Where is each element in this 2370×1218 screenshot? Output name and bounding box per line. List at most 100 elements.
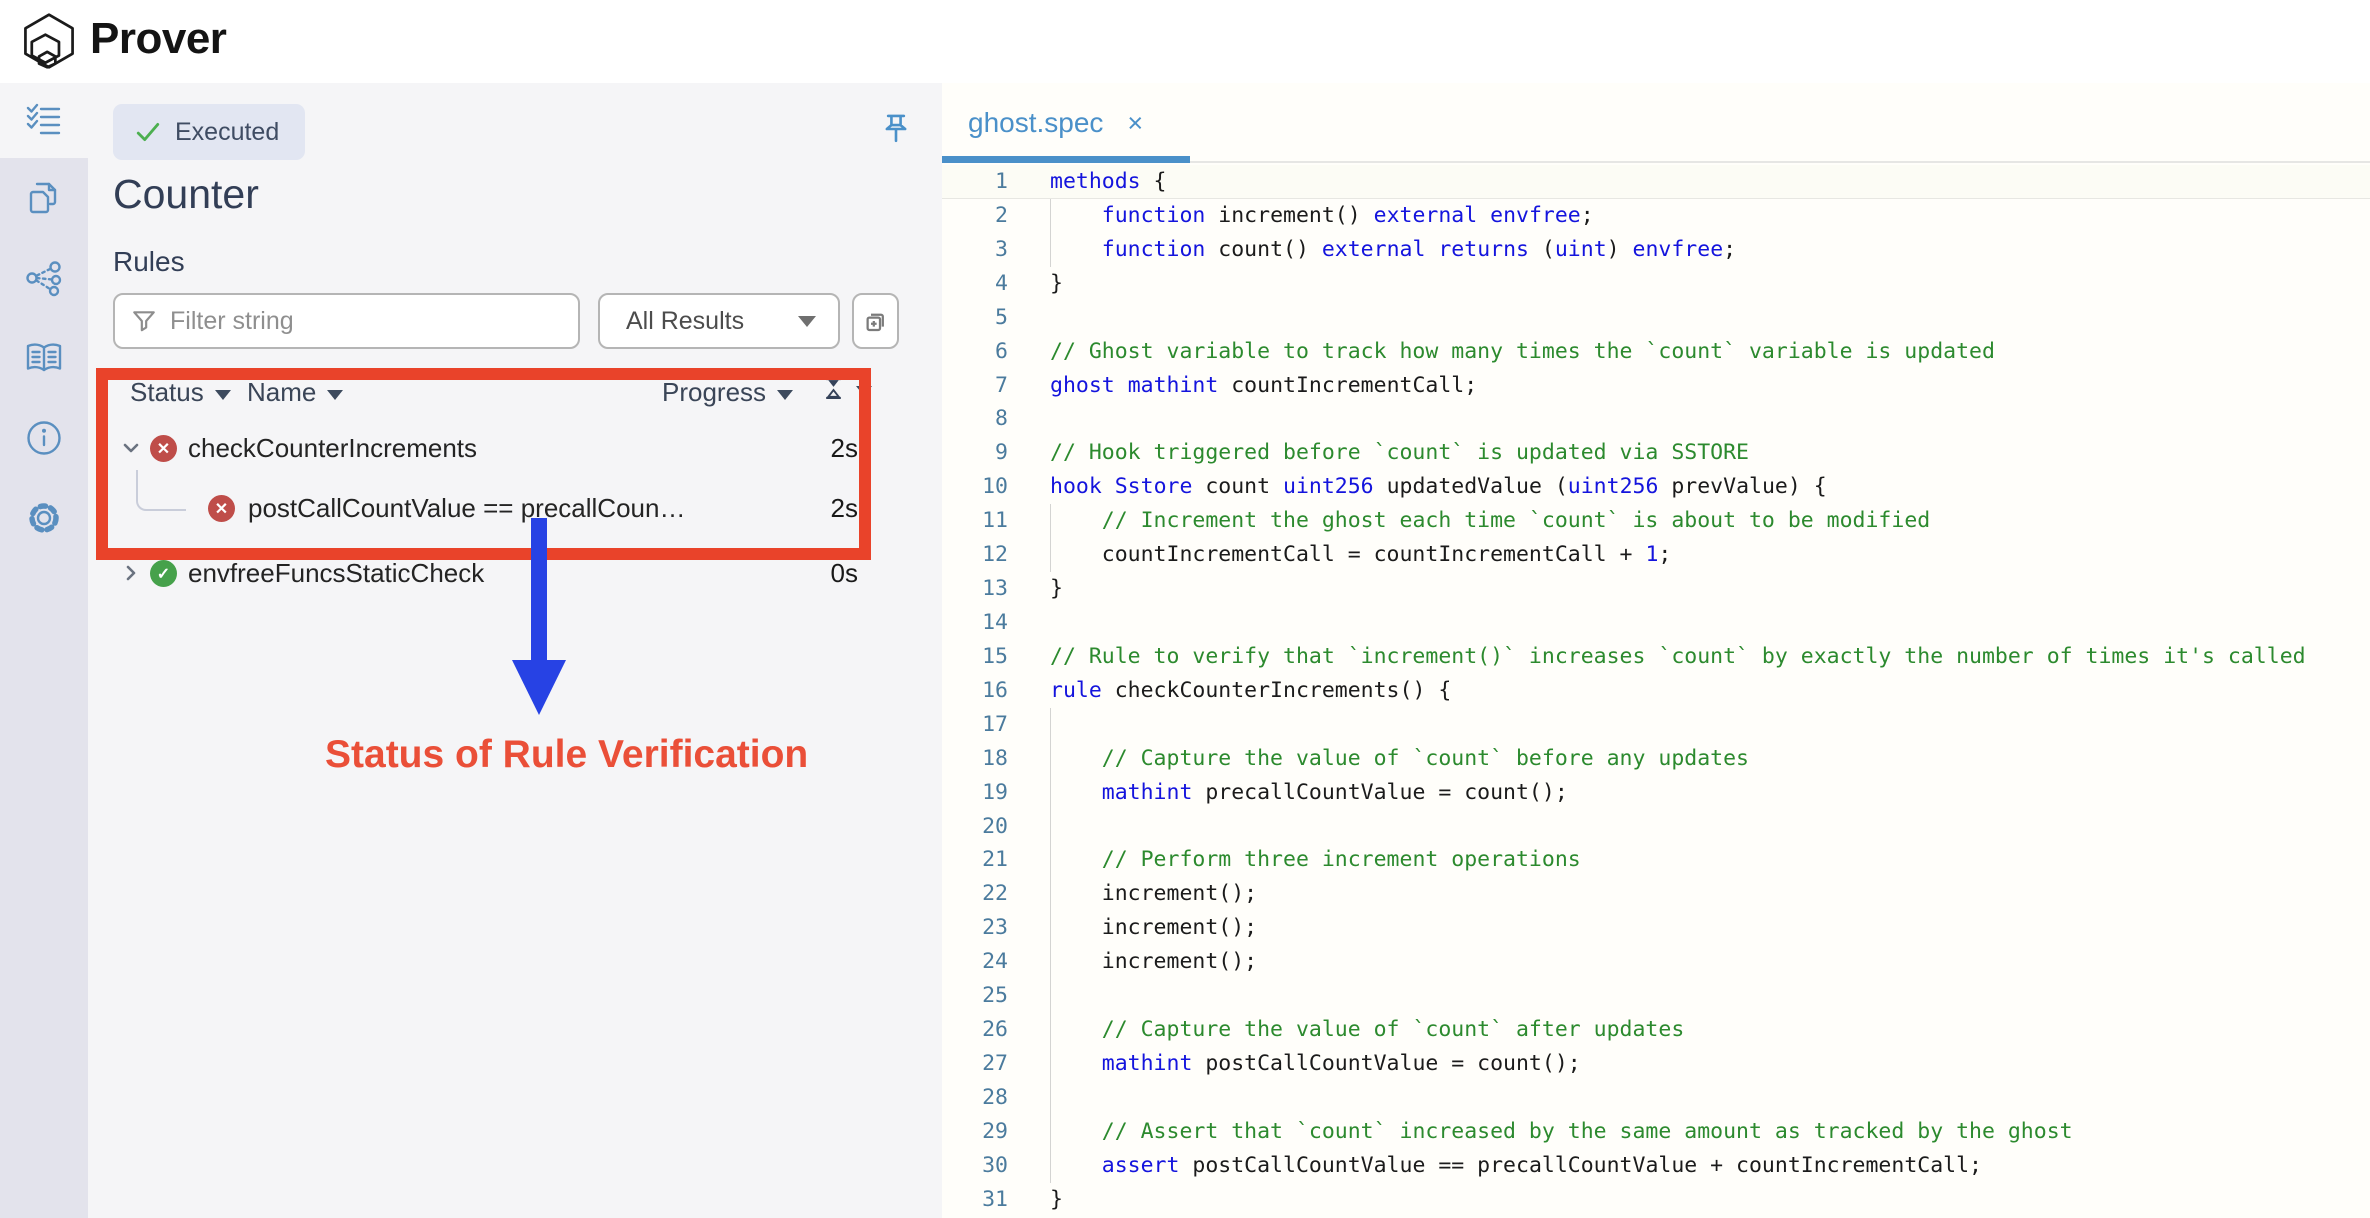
tab-label: ghost.spec <box>968 107 1103 139</box>
line-number: 28 <box>942 1081 1008 1115</box>
sidebar-item-call-graph-icon[interactable] <box>0 238 88 318</box>
code-line-21[interactable]: 21 // Perform three increment operations <box>942 843 2370 877</box>
chevron-right-icon[interactable] <box>118 560 144 586</box>
rule-name[interactable]: checkCounterIncrements <box>188 433 477 464</box>
code-line-31[interactable]: 31} <box>942 1183 2370 1217</box>
line-number: 21 <box>942 843 1008 877</box>
code-line-16[interactable]: 16rule checkCounterIncrements() { <box>942 674 2370 708</box>
code-line-27[interactable]: 27 mathint postCallCountValue = count(); <box>942 1047 2370 1081</box>
pin-icon[interactable] <box>880 112 912 146</box>
filter-placeholder: Filter string <box>170 307 294 336</box>
rule-name[interactable]: envfreeFuncsStaticCheck <box>188 558 484 589</box>
code-line-20[interactable]: 20 <box>942 810 2370 844</box>
check-icon <box>135 119 161 145</box>
active-tab-underline <box>942 156 1190 163</box>
line-number: 30 <box>942 1149 1008 1183</box>
call-graph-icon <box>24 258 64 298</box>
code-line-28[interactable]: 28 <box>942 1081 2370 1115</box>
line-number: 2 <box>942 199 1008 233</box>
rule-row-2: ✕postCallCountValue == precallCoun…2s <box>112 481 858 537</box>
code-line-5[interactable]: 5 <box>942 301 2370 335</box>
rule-duration: 2s <box>831 433 858 464</box>
code-text: increment(); <box>1008 945 2370 979</box>
code-text: increment(); <box>1008 911 2370 945</box>
code-text <box>1008 606 2370 640</box>
code-line-11[interactable]: 11 // Increment the ghost each time `cou… <box>942 504 2370 538</box>
code-line-6[interactable]: 6// Ghost variable to track how many tim… <box>942 335 2370 369</box>
code-line-2[interactable]: 2 function increment() external envfree; <box>942 199 2370 233</box>
code-line-29[interactable]: 29 // Assert that `count` increased by t… <box>942 1115 2370 1149</box>
code-text: } <box>1008 267 2370 301</box>
code-line-4[interactable]: 4} <box>942 267 2370 301</box>
line-number: 20 <box>942 810 1008 844</box>
rule-row-3: ✓ envfreeFuncsStaticCheck 0s <box>112 546 858 602</box>
code-text: // Rule to verify that `increment()` inc… <box>1008 640 2370 674</box>
sidebar-item-rules-checklist-icon[interactable] <box>0 83 88 158</box>
line-number: 24 <box>942 945 1008 979</box>
results-filter-dropdown[interactable]: All Results <box>598 293 840 349</box>
column-name-label: Name <box>247 377 316 408</box>
code-line-1[interactable]: 1methods { <box>942 165 2370 199</box>
column-time[interactable] <box>822 377 872 400</box>
sidebar-item-docs-book-icon[interactable] <box>0 318 88 398</box>
annotation-caption: Status of Rule Verification <box>325 733 808 777</box>
top-bar: Prover <box>0 0 2370 83</box>
rule-duration: 0s <box>831 558 858 589</box>
code-line-19[interactable]: 19 mathint precallCountValue = count(); <box>942 776 2370 810</box>
code-line-9[interactable]: 9// Hook triggered before `count` is upd… <box>942 436 2370 470</box>
chevron-down-icon[interactable] <box>118 435 144 461</box>
code-line-3[interactable]: 3 function count() external returns (uin… <box>942 233 2370 267</box>
line-number: 1 <box>942 165 1008 199</box>
code-line-15[interactable]: 15// Rule to verify that `increment()` i… <box>942 640 2370 674</box>
status-badge-label: Executed <box>175 118 279 147</box>
line-number: 22 <box>942 877 1008 911</box>
code-line-7[interactable]: 7ghost mathint countIncrementCall; <box>942 369 2370 403</box>
error-status-icon: ✕ <box>208 495 235 522</box>
code-text: rule checkCounterIncrements() { <box>1008 674 2370 708</box>
code-line-8[interactable]: 8 <box>942 402 2370 436</box>
code-line-26[interactable]: 26 // Capture the value of `count` after… <box>942 1013 2370 1047</box>
code-text: // Hook triggered before `count` is upda… <box>1008 436 2370 470</box>
sort-caret-icon <box>856 386 872 396</box>
code-line-23[interactable]: 23 increment(); <box>942 911 2370 945</box>
column-name[interactable]: Name <box>247 377 343 408</box>
sidebar-item-info-icon[interactable] <box>0 398 88 478</box>
code-text: assert postCallCountValue == precallCoun… <box>1008 1149 2370 1183</box>
code-line-22[interactable]: 22 increment(); <box>942 877 2370 911</box>
prover-app: Prover Executed Counter Rules Filter str… <box>0 0 2370 1218</box>
close-icon[interactable]: × <box>1127 108 1143 139</box>
code-text <box>1008 979 2370 1013</box>
app-title: Prover <box>90 14 226 64</box>
code-area[interactable]: 1methods {2 function increment() externa… <box>942 165 2370 1218</box>
code-line-14[interactable]: 14 <box>942 606 2370 640</box>
code-text <box>1008 402 2370 436</box>
code-line-24[interactable]: 24 increment(); <box>942 945 2370 979</box>
code-line-10[interactable]: 10hook Sstore count uint256 updatedValue… <box>942 470 2370 504</box>
duplicate-icon <box>862 308 889 335</box>
code-text: countIncrementCall = countIncrementCall … <box>1008 538 2370 572</box>
code-line-17[interactable]: 17 <box>942 708 2370 742</box>
rules-checklist-icon <box>24 101 64 141</box>
code-line-30[interactable]: 30 assert postCallCountValue == precallC… <box>942 1149 2370 1183</box>
column-progress[interactable]: Progress <box>662 377 793 408</box>
code-text <box>1008 1081 2370 1115</box>
code-text <box>1008 301 2370 335</box>
icon-rail <box>0 83 88 1218</box>
code-text: // Ghost variable to track how many time… <box>1008 335 2370 369</box>
line-number: 26 <box>942 1013 1008 1047</box>
duplicate-run-button[interactable] <box>852 293 899 349</box>
code-line-18[interactable]: 18 // Capture the value of `count` befor… <box>942 742 2370 776</box>
code-text: function count() external returns (uint)… <box>1008 233 2370 267</box>
tab-ghost-spec[interactable]: ghost.spec × <box>968 83 1143 163</box>
passed-status-icon: ✓ <box>150 560 177 587</box>
filter-input[interactable]: Filter string <box>113 293 580 349</box>
code-line-13[interactable]: 13} <box>942 572 2370 606</box>
sidebar-item-copy-files-icon[interactable] <box>0 158 88 238</box>
code-text: // Increment the ghost each time `count`… <box>1008 504 2370 538</box>
code-line-12[interactable]: 12 countIncrementCall = countIncrementCa… <box>942 538 2370 572</box>
column-status[interactable]: Status <box>130 377 231 408</box>
rule-name[interactable]: postCallCountValue == precallCoun… <box>248 493 685 524</box>
code-line-25[interactable]: 25 <box>942 979 2370 1013</box>
line-number: 19 <box>942 776 1008 810</box>
sidebar-item-settings-gear-icon[interactable] <box>0 478 88 558</box>
